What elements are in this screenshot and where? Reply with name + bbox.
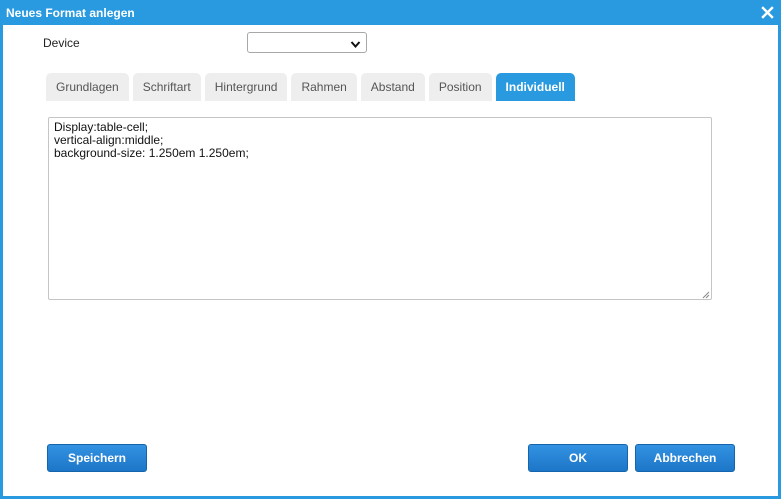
tab-hintergrund[interactable]: Hintergrund [204, 73, 288, 101]
dialog-title: Neues Format anlegen [6, 6, 135, 20]
tab-rahmen[interactable]: Rahmen [291, 73, 357, 101]
save-button[interactable]: Speichern [47, 444, 147, 472]
tab-grundlagen[interactable]: Grundlagen [46, 73, 129, 101]
custom-css-textarea[interactable]: Display:table-cell; vertical-align:middl… [48, 117, 712, 300]
new-format-dialog: Neues Format anlegen Device Grundlagen S… [0, 0, 781, 499]
tab-position[interactable]: Position [428, 73, 492, 101]
device-label: Device [43, 36, 80, 50]
tab-individuell[interactable]: Individuell [495, 73, 575, 101]
tab-schriftart[interactable]: Schriftart [132, 73, 201, 101]
dialog-titlebar[interactable]: Neues Format anlegen [0, 0, 781, 25]
ok-button[interactable]: OK [528, 444, 628, 472]
cancel-button[interactable]: Abbrechen [635, 444, 735, 472]
css-line: background-size: 1.250em 1.250em; [54, 146, 249, 160]
format-tabs: Grundlagen Schriftart Hintergrund Rahmen… [46, 73, 575, 101]
device-select[interactable] [247, 32, 367, 53]
tab-abstand[interactable]: Abstand [360, 73, 425, 101]
resize-grip-icon[interactable] [701, 289, 710, 299]
close-icon[interactable] [761, 6, 774, 19]
chevron-down-icon [350, 38, 361, 49]
